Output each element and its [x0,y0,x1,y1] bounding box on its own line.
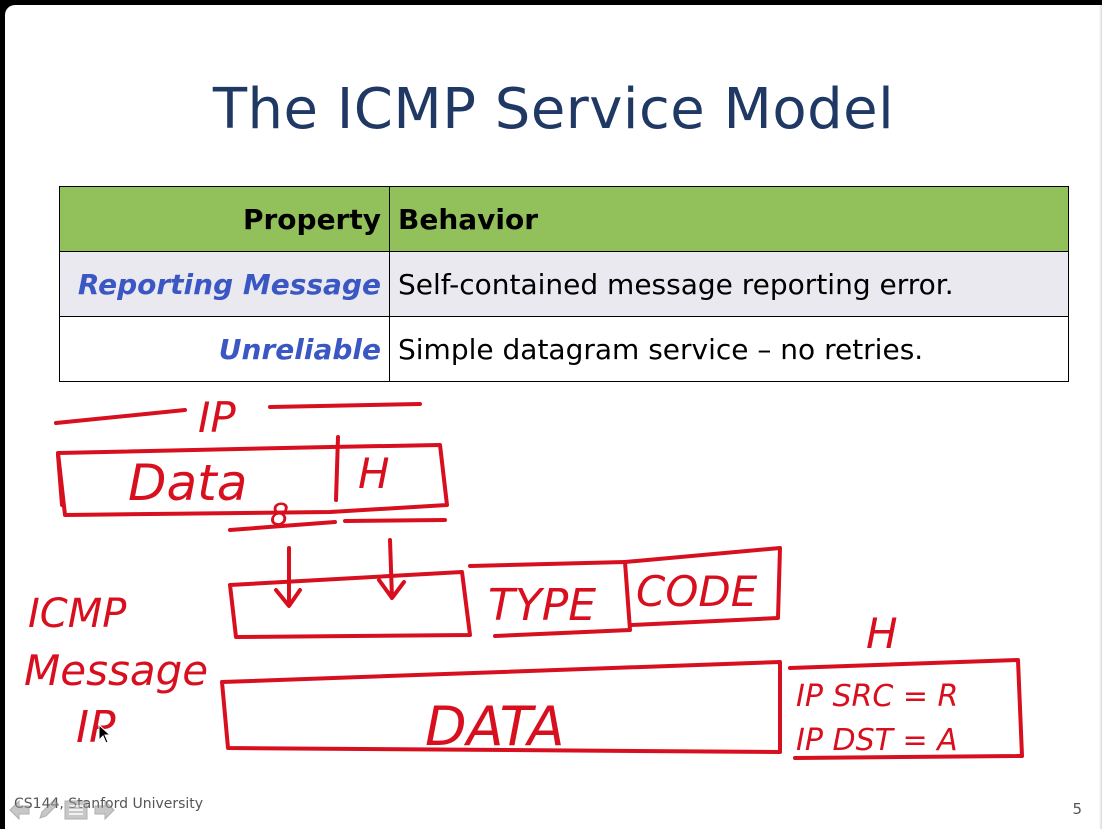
ink-header-divider [334,435,340,502]
ink-ip-box-left-tick [56,453,64,507]
menu-icon[interactable] [63,797,89,823]
slide-nav [7,797,117,823]
prev-slide-icon[interactable] [7,797,33,823]
ink-ip-label: IP [198,393,236,442]
ink-h-right-label: H [866,609,898,658]
next-slide-icon[interactable] [91,797,117,823]
ink-data-label: Data [128,454,247,512]
ink-arrow-right [377,538,406,600]
ink-eight-label: 8 [270,498,289,533]
ink-arrow-left [274,546,302,608]
ink-message-label: Message [24,646,208,695]
pen-icon[interactable] [35,797,61,823]
ink-type-label: TYPE [488,580,596,631]
mouse-cursor-icon [98,723,112,748]
ink-icmp-label: ICMP [28,591,127,637]
page-number: 5 [1072,800,1082,818]
ink-ip-dst-label: IP DST = A [796,723,958,758]
ink-underline-right [343,518,447,523]
ink-payload-box [228,570,472,639]
ink-data-big-label: DATA [425,695,565,758]
ink-ip-line-right [268,402,422,409]
ink-ip-src-label: IP SRC = R [796,679,958,714]
ink-header-label: H [358,449,390,498]
ink-ip-line-left [54,408,187,425]
ink-code-label: CODE [636,567,758,616]
ink-annotations: IP Data H 8 TYPE CODE ICMP Message IP DA… [24,393,1024,760]
